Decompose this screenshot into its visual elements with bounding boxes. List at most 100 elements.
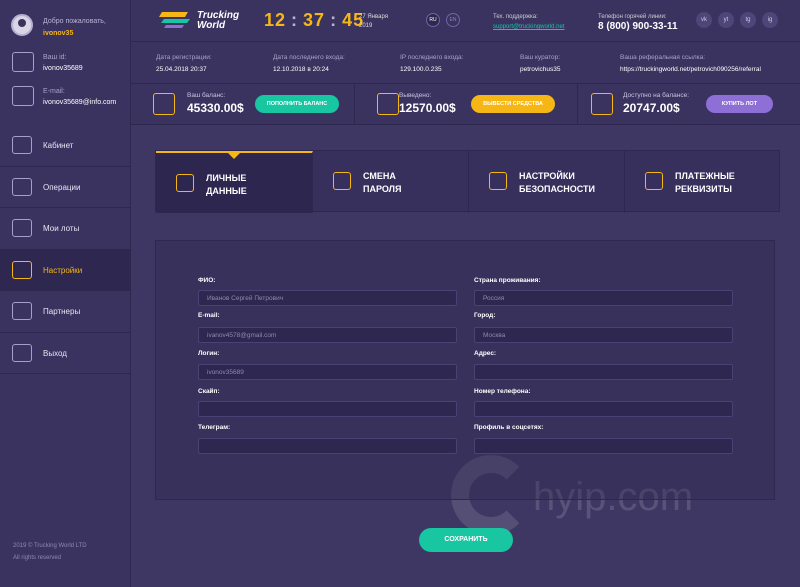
address-input[interactable]: [474, 364, 733, 380]
social-profile-input[interactable]: [474, 438, 733, 454]
account-info-bar: Дата регистрации: 25.04.2018 20:37 Дата …: [131, 42, 800, 84]
hotline-number[interactable]: 8 (800) 900-33-11: [598, 22, 678, 32]
deposit-button[interactable]: ПОПОЛНИТЬ БАЛАНС: [255, 95, 339, 113]
tab-label: реквизиты: [675, 184, 732, 194]
vk-icon[interactable]: vk: [696, 12, 712, 28]
hotline: Телефон горячей линии: 8 (800) 900-33-11: [598, 12, 678, 32]
sidebar-item-label: Настройки: [43, 265, 83, 275]
last-login-value: 12.10.2018 в 20:24: [273, 66, 329, 73]
withdraw-button[interactable]: ВЫВЕСТИ СРЕДСТВА: [471, 95, 555, 113]
reg-value: 25.04.2018 20:37: [156, 66, 207, 73]
date: 27 Января 2019: [359, 13, 388, 31]
phone-label: Номер телефона:: [474, 388, 531, 395]
user-id-value: ivonov35689: [43, 65, 83, 72]
tab-payment-details[interactable]: Платежные реквизиты: [625, 151, 781, 213]
operations-icon: [12, 177, 32, 196]
ref-label: Ваша реферальная ссылка:: [620, 54, 706, 61]
last-ip: IP последнего входа: 129.100.0.235: [400, 52, 463, 76]
support: Тех. поддержка: support@truckingworld.ne…: [493, 12, 564, 32]
ip-value: 129.100.0.235: [400, 66, 442, 73]
clock-hours: 12: [264, 10, 287, 30]
logout-icon: [12, 343, 32, 362]
sidebar-item-cabinet[interactable]: Кабинет: [0, 125, 131, 167]
clock-minutes: 37: [303, 10, 326, 30]
fio-label: ФИО:: [198, 277, 216, 284]
tab-label: данные: [206, 186, 247, 196]
sidebar-item-label: Кабинет: [43, 141, 74, 150]
rights-text: All rights reserved: [13, 555, 62, 561]
youtube-icon[interactable]: yt: [718, 12, 734, 28]
skype-input[interactable]: [198, 401, 457, 417]
balance-label: Ваш баланс:: [187, 92, 226, 99]
address-label: Адрес:: [474, 350, 497, 357]
clock: 12:37:45: [264, 10, 365, 30]
logo-text[interactable]: Trucking World: [197, 11, 239, 31]
sidebar-item-label: Выход: [43, 348, 67, 358]
avatar[interactable]: [11, 14, 33, 36]
tab-label: Настройки: [519, 171, 575, 181]
sidebar-item-label: Мои лоты: [43, 224, 80, 233]
sidebar-menu: Кабинет Операции Мои лоты Настройки Парт…: [0, 125, 131, 374]
city-input[interactable]: [474, 327, 733, 343]
lang-ru-button[interactable]: RU: [426, 13, 440, 27]
sidebar-item-label: Партнеры: [43, 307, 81, 316]
cash-icon: [377, 93, 399, 115]
sidebar-item-label: Операции: [43, 182, 81, 192]
tab-security-settings[interactable]: Настройки безопасности: [469, 151, 625, 213]
logo-line2: World: [197, 20, 226, 31]
last-login-label: Дата последнего входа:: [273, 54, 345, 61]
login-input[interactable]: [198, 364, 457, 380]
lots-icon: [12, 219, 32, 237]
fio-input[interactable]: [198, 290, 457, 306]
ref-value[interactable]: https://truckingworld.net/petrovich09025…: [620, 64, 761, 76]
id-badge-icon: [176, 174, 194, 192]
sidebar-item-lots[interactable]: Мои лоты: [0, 208, 131, 250]
sidebar-item-operations[interactable]: Операции: [0, 167, 131, 208]
buy-lot-button[interactable]: КУПИТЬ ЛОТ: [706, 95, 773, 113]
support-email-link[interactable]: support@truckingworld.net: [493, 22, 564, 32]
save-button[interactable]: СОХРАНИТЬ: [419, 528, 513, 552]
welcome-text: Добро пожаловать,: [43, 18, 106, 25]
lang-en-button[interactable]: EN: [446, 13, 460, 27]
social-profile-label: Профиль в соцсетях:: [474, 424, 544, 431]
withdrawn-label: Выведено:: [399, 92, 432, 99]
email-icon: [12, 86, 34, 106]
main-content: hyip.com Личные данные Смена пароля Наст…: [131, 125, 800, 587]
wallet-icon: [153, 93, 175, 115]
shield-icon: [489, 172, 507, 190]
user-email-value: ivonov35689@info.com: [43, 99, 117, 106]
personal-data-form: ФИО: E-mail: Логин: Скайп: Телеграм: Стр…: [155, 240, 775, 500]
date-day: 27 Января: [359, 14, 388, 20]
tab-label: пароля: [363, 184, 402, 194]
login-label: Логин:: [198, 350, 220, 357]
sidebar-item-settings[interactable]: Настройки: [0, 249, 131, 291]
curator: Ваш куратор: petrovichus35: [520, 52, 560, 76]
settings-tabs: Личные данные Смена пароля Настройки без…: [155, 150, 781, 213]
withdrawn-cell: Выведено: 12570.00$ ВЫВЕСТИ СРЕДСТВА: [355, 84, 578, 125]
telegram-icon[interactable]: tg: [740, 12, 756, 28]
cabinet-icon: [12, 136, 32, 154]
city-label: Город:: [474, 312, 496, 319]
tab-label: Смена: [363, 171, 396, 181]
ip-label: IP последнего входа:: [400, 54, 464, 61]
telegram-input[interactable]: [198, 438, 457, 454]
sidebar-item-logout[interactable]: Выход: [0, 333, 131, 374]
coins-icon: [591, 93, 613, 115]
username: ivonov35: [43, 30, 74, 37]
skype-label: Скайп:: [198, 388, 220, 395]
phone-input[interactable]: [474, 401, 733, 417]
referral-link: Ваша реферальная ссылка: https://truckin…: [620, 52, 761, 76]
tab-personal-data[interactable]: Личные данные: [156, 151, 313, 213]
tab-change-password[interactable]: Смена пароля: [313, 151, 469, 213]
copyright-text: 2019 © Trucking World LTD: [13, 543, 87, 549]
sidebar-item-partners[interactable]: Партнеры: [0, 291, 131, 333]
truck-logo-icon[interactable]: [158, 10, 192, 30]
id-card-icon: [12, 52, 34, 72]
email-input[interactable]: [198, 327, 457, 343]
instagram-icon[interactable]: ig: [762, 12, 778, 28]
available-value: 20747.00$: [623, 101, 680, 115]
reg-label: Дата регистрации:: [156, 54, 212, 61]
country-input[interactable]: [474, 290, 733, 306]
email-label: E-mail:: [198, 312, 220, 319]
curator-label: Ваш куратор:: [520, 54, 561, 61]
